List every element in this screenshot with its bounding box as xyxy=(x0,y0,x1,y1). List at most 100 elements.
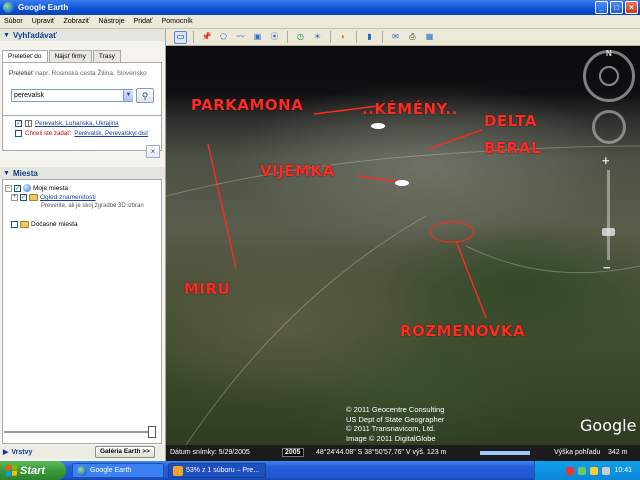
maximize-button[interactable]: □ xyxy=(610,1,623,14)
label-kemeny: ..KÉMÉNY.. xyxy=(362,100,458,118)
suggestion-link[interactable]: Perevalśk, Perevalśkyi dist xyxy=(74,130,148,137)
toolbar-separator xyxy=(330,31,331,43)
menu-help[interactable]: Pomocník xyxy=(162,18,193,25)
places-panel-header[interactable]: ▼ Miesta xyxy=(0,167,165,179)
clear-results-button[interactable]: × xyxy=(146,145,160,158)
tour-icon[interactable]: ⦿ xyxy=(268,31,281,44)
tree-item-sightseeing[interactable]: + ✓ Ogled znamenitosti xyxy=(11,194,96,201)
checkbox-icon[interactable]: ✓ xyxy=(14,184,21,192)
menu-view[interactable]: Zobraziť xyxy=(64,18,90,25)
sidebar: ▼ Vyhľadávať Preletieť do Nájsť firmy Tr… xyxy=(0,29,166,461)
result-link[interactable]: Perevalsk, Luhanska, Ukrajina xyxy=(35,120,119,127)
placemark-marker[interactable] xyxy=(371,123,385,129)
toolbar-separator xyxy=(382,31,383,43)
result-row[interactable]: ✓ Perevalsk, Luhanska, Ukrajina xyxy=(15,119,119,128)
tree-item-temporary-places[interactable]: Dočasné miesta xyxy=(11,221,78,228)
menu-file[interactable]: Súbor xyxy=(4,18,23,25)
ruler-icon[interactable]: ▮ xyxy=(363,31,376,44)
clock[interactable]: 10:41 xyxy=(614,467,632,474)
imagery-copyright: © 2011 Geocentre Consulting US Dept of S… xyxy=(346,405,444,443)
print-icon[interactable]: ⎙ xyxy=(406,31,419,44)
start-button[interactable]: Start xyxy=(0,461,66,480)
maps-icon[interactable]: ▦ xyxy=(423,31,436,44)
tray-shield-icon[interactable] xyxy=(566,466,575,475)
label-vijemka: VIJEMKA xyxy=(260,162,335,180)
copyright-line: © 2011 Transnavicom, Ltd. xyxy=(346,424,436,433)
planet-icon[interactable]: ◐ xyxy=(337,31,350,44)
collapse-icon[interactable]: − xyxy=(5,184,12,192)
tab-find-businesses[interactable]: Nájsť firmy xyxy=(48,50,92,62)
suggestion-row[interactable]: Chceli ste zadať: Perevalśk, Perevalśkyi… xyxy=(15,129,148,138)
tray-network-icon[interactable] xyxy=(578,466,587,475)
copyright-line: © 2011 Geocentre Consulting xyxy=(346,405,445,414)
menu-tools[interactable]: Nástroje xyxy=(99,18,125,25)
move-joystick[interactable] xyxy=(592,110,626,144)
sun-icon[interactable]: ☀ xyxy=(311,31,324,44)
tree-item-my-places[interactable]: − ✓ Moje miesta xyxy=(5,184,68,192)
collapse-triangle-icon[interactable]: ▼ xyxy=(3,170,10,177)
opacity-slider-handle[interactable] xyxy=(148,426,156,438)
path-icon[interactable]: 〰 xyxy=(234,31,247,44)
tray-app-icon[interactable] xyxy=(590,466,599,475)
label-miru: MIRU xyxy=(184,280,231,298)
tray-volume-icon[interactable] xyxy=(602,466,611,475)
checkbox-icon[interactable] xyxy=(15,130,22,137)
email-icon[interactable]: ✉ xyxy=(389,31,402,44)
search-panel-header[interactable]: ▼ Vyhľadávať xyxy=(0,29,165,41)
menu-edit[interactable]: Upraviť xyxy=(32,18,55,25)
label-parkamona: PARKAMONA xyxy=(191,96,304,114)
sidebar-icon[interactable]: ▭ xyxy=(174,30,187,44)
zoom-slider-handle[interactable] xyxy=(602,228,615,236)
layers-title: Vrstvy xyxy=(11,448,33,456)
search-button[interactable]: ⚲ xyxy=(136,88,154,103)
eye-alt-value: 342 m xyxy=(608,449,628,456)
placemark-marker[interactable] xyxy=(395,180,409,186)
chevron-down-icon[interactable]: ▼ xyxy=(123,90,133,101)
earth-gallery-button[interactable]: Galéria Earth >> xyxy=(95,446,155,458)
task-label: Google Earth xyxy=(90,467,132,474)
pointer-line xyxy=(455,240,487,319)
history-icon[interactable]: ◷ xyxy=(294,31,307,44)
toolbar-separator xyxy=(193,31,194,43)
expand-triangle-icon[interactable]: ▶ xyxy=(3,448,8,456)
places-panel-title: Miesta xyxy=(12,168,38,178)
look-joystick[interactable] xyxy=(599,66,619,86)
placemark-icon[interactable]: 📌 xyxy=(200,31,213,44)
close-button[interactable]: × xyxy=(625,1,638,14)
earth-3d-view[interactable]: PARKAMONA ..KÉMÉNY.. DELTA BERAL VIJEMKA… xyxy=(166,46,640,445)
zoom-slider-track[interactable] xyxy=(607,170,610,260)
checkbox-icon[interactable] xyxy=(11,221,18,228)
tab-fly-to[interactable]: Preletieť do xyxy=(2,50,48,62)
polygon-icon[interactable]: ⬠ xyxy=(217,31,230,44)
taskbar-item-download[interactable]: 53% z 1 súboru – Pre... xyxy=(168,463,266,478)
tab-directions[interactable]: Trasy xyxy=(92,50,121,62)
magnifier-icon: ⚲ xyxy=(141,91,149,101)
overlay-icon[interactable]: ▣ xyxy=(251,31,264,44)
taskbar: Start Google Earth 53% z 1 súboru – Pre.… xyxy=(0,461,640,480)
checkbox-icon[interactable]: ✓ xyxy=(15,120,22,127)
north-indicator[interactable]: N xyxy=(606,49,612,58)
search-panel-title: Vyhľadávať xyxy=(12,30,57,40)
zoom-out-icon[interactable]: − xyxy=(603,260,611,275)
opacity-slider-track[interactable] xyxy=(4,431,154,433)
copyright-line: Image © 2011 DigitalGlobe xyxy=(346,433,436,443)
minimize-button[interactable]: _ xyxy=(595,1,608,14)
tree-label[interactable]: Ogled znamenitosti xyxy=(40,194,96,201)
pointer-coordinates: 48°24'44.08" S 38°50'57.76" V výš. 123 m xyxy=(316,449,447,456)
expand-icon[interactable]: + xyxy=(11,194,18,201)
zoom-in-icon[interactable]: + xyxy=(602,153,610,168)
menu-add[interactable]: Pridať xyxy=(134,18,153,25)
google-earth-icon xyxy=(3,2,14,13)
historical-year[interactable]: 2005 xyxy=(282,448,304,457)
search-input[interactable]: perevalsk xyxy=(11,89,133,102)
title-bar: Google Earth _ □ × xyxy=(0,0,640,15)
folder-icon xyxy=(29,194,38,201)
collapse-triangle-icon[interactable]: ▼ xyxy=(3,32,10,39)
label-rozmenovka: ROZMENOVKA xyxy=(400,322,526,340)
window-controls: _ □ × xyxy=(595,1,638,14)
suggestion-prefix: Chceli ste zadať: xyxy=(25,130,72,137)
taskbar-item-google-earth[interactable]: Google Earth xyxy=(72,463,164,478)
hint-example: napr. Rosinská cesta Žilina, Slovensko xyxy=(35,70,147,77)
tree-label: Moje miesta xyxy=(33,184,69,192)
checkbox-icon[interactable]: ✓ xyxy=(20,194,27,201)
